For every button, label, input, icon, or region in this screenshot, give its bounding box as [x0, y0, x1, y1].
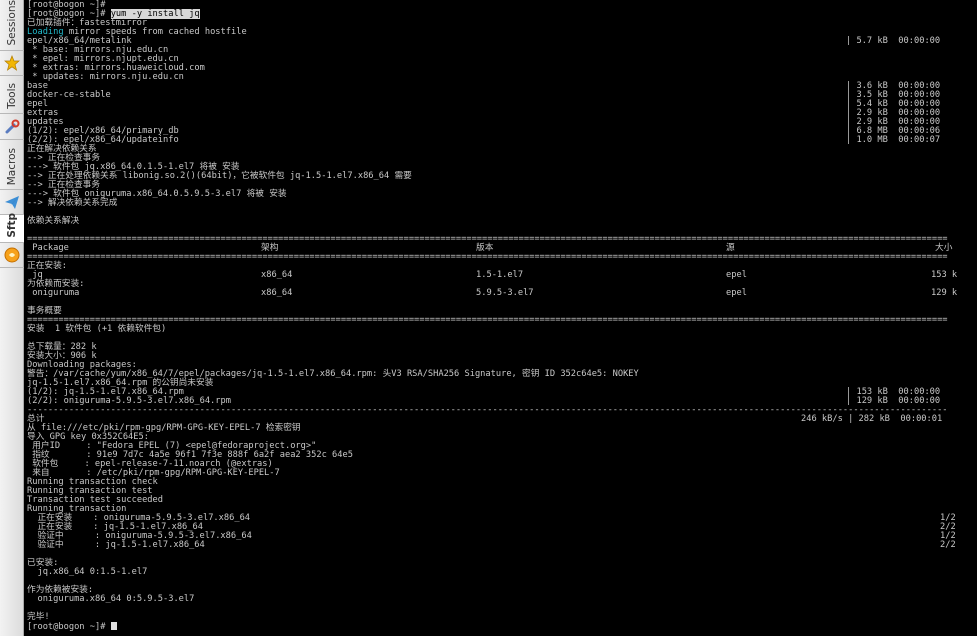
pkg-version: 1.5-1.el7 — [476, 270, 524, 280]
pkg-size: 153 k — [931, 270, 958, 280]
output-line: --> 解决依赖关系完成 — [27, 198, 118, 208]
macros-icon-tab[interactable] — [0, 190, 24, 215]
output-stat: 246 kB/s | 282 kB 00:00:01 — [801, 414, 943, 424]
output-line: 安装 1 软件包 (+1 依赖软件包) — [27, 324, 167, 334]
sidebar-label-tools: Tools — [6, 83, 18, 109]
tools-icon-tab[interactable] — [0, 114, 24, 140]
separator-line: ========================================… — [27, 235, 948, 244]
sidebar-tab-sftp[interactable]: Sftp — [0, 213, 24, 243]
sidebar-label-sessions: Sessions — [6, 0, 18, 46]
pkg-size: 129 k — [931, 288, 958, 298]
output-line: 完毕! — [27, 612, 50, 622]
separator-line: ========================================… — [27, 316, 948, 325]
header-repo: 源 — [726, 243, 735, 253]
header-arch: 架构 — [261, 243, 279, 253]
paper-plane-icon — [5, 196, 19, 209]
orange-circle-icon — [4, 247, 20, 263]
sessions-star-tab[interactable] — [0, 51, 24, 76]
transaction-step: 验证中 : jq-1.5-1.el7.x86_64 — [27, 540, 205, 550]
output-line: jq.x86_64 0:1.5-1.el7 — [27, 567, 148, 577]
output-line: 事务概要 — [27, 306, 62, 316]
star-icon — [4, 55, 20, 71]
header-package: Package — [27, 243, 69, 253]
sidebar-tab-sessions[interactable]: Sessions — [0, 0, 24, 51]
sidebar-label-sftp: Sftp — [6, 213, 18, 238]
pkg-arch: x86_64 — [261, 288, 293, 298]
output-line: (2/2): oniguruma-5.9.5-3.el7.x86_64.rpm — [27, 396, 231, 406]
sftp-icon-tab[interactable] — [0, 243, 24, 268]
final-prompt-line: [root@bogon ~]# — [27, 622, 117, 632]
output-line: oniguruma.x86_64 0:5.9.5-3.el7 — [27, 594, 195, 604]
wrench-icon — [5, 119, 20, 134]
repo-stat: | 1.0 MB 00:00:07 — [846, 135, 941, 145]
separator-line: ========================================… — [27, 253, 948, 262]
header-size: 大小 — [935, 243, 953, 253]
pkg-name: oniguruma — [27, 288, 80, 298]
sidebar: Sessions Tools Macros Sftp — [0, 0, 24, 636]
sidebar-tab-tools[interactable]: Tools — [0, 76, 24, 114]
pkg-repo: epel — [726, 270, 747, 280]
terminal-cursor[interactable] — [110, 622, 117, 630]
pkg-version: 5.9.5-3.el7 — [476, 288, 534, 298]
pkg-arch: x86_64 — [261, 270, 293, 280]
sidebar-label-macros: Macros — [6, 147, 18, 185]
terminal-output[interactable]: [root@bogon ~]# [root@bogon ~]# yum -y i… — [25, 0, 977, 636]
step-counter: 2/2 — [940, 540, 956, 550]
prompt: [root@bogon ~]# — [27, 622, 106, 632]
output-line: * updates: mirrors.nju.edu.cn — [27, 72, 184, 82]
sidebar-tab-macros[interactable]: Macros — [0, 140, 24, 190]
header-version: 版本 — [476, 243, 494, 253]
output-line: 依赖关系解决 — [27, 216, 80, 226]
output-stat: | 5.7 kB 00:00:00 — [846, 36, 941, 46]
output-stat: | 129 kB 00:00:00 — [846, 396, 941, 406]
pkg-repo: epel — [726, 288, 747, 298]
